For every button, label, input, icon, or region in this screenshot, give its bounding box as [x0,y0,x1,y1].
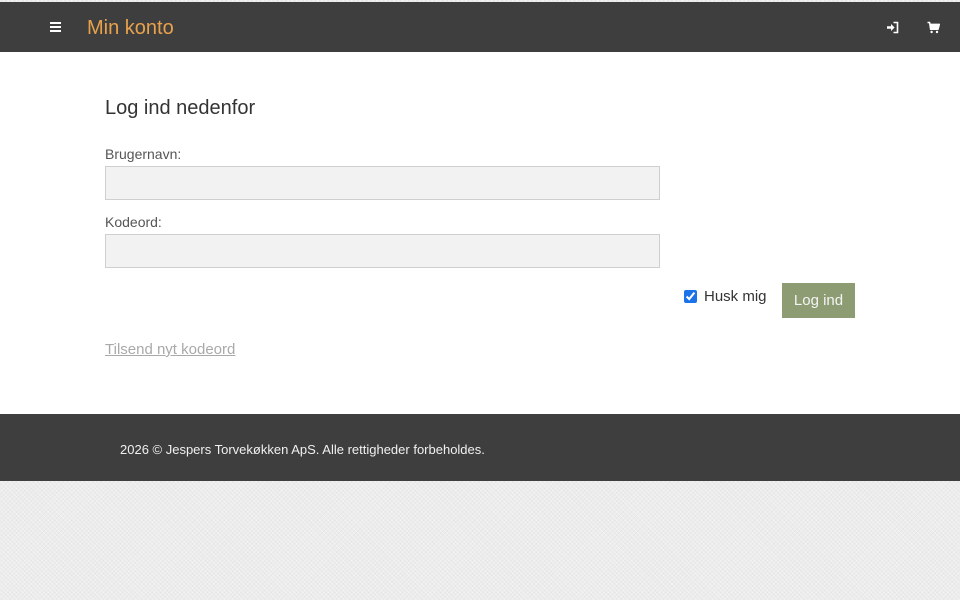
footer: 2026 © Jespers Torvekøkken ApS. Alle ret… [0,414,960,481]
password-label: Kodeord: [105,214,162,230]
login-button[interactable]: Log ind [782,283,855,318]
page-title[interactable]: Min konto [87,16,174,40]
hamburger-menu-icon[interactable] [50,22,61,32]
remember-me-checkbox[interactable] [684,289,697,303]
top-navbar: Min konto [0,2,960,52]
copyright-text: 2026 © Jespers Torvekøkken ApS. Alle ret… [120,442,485,457]
username-label: Brugernavn: [105,146,182,162]
remember-me-control[interactable]: Husk mig [683,287,767,305]
shopping-cart-icon[interactable] [927,21,940,34]
login-heading: Log ind nedenfor [105,97,256,119]
sign-in-icon[interactable] [886,21,899,34]
username-input[interactable] [105,166,660,200]
remember-me-label: Husk mig [704,287,767,305]
password-input[interactable] [105,234,660,268]
login-section: Log ind nedenfor Brugernavn: Kodeord: Hu… [0,52,960,414]
forgot-password-link[interactable]: Tilsend nyt kodeord [105,341,235,359]
